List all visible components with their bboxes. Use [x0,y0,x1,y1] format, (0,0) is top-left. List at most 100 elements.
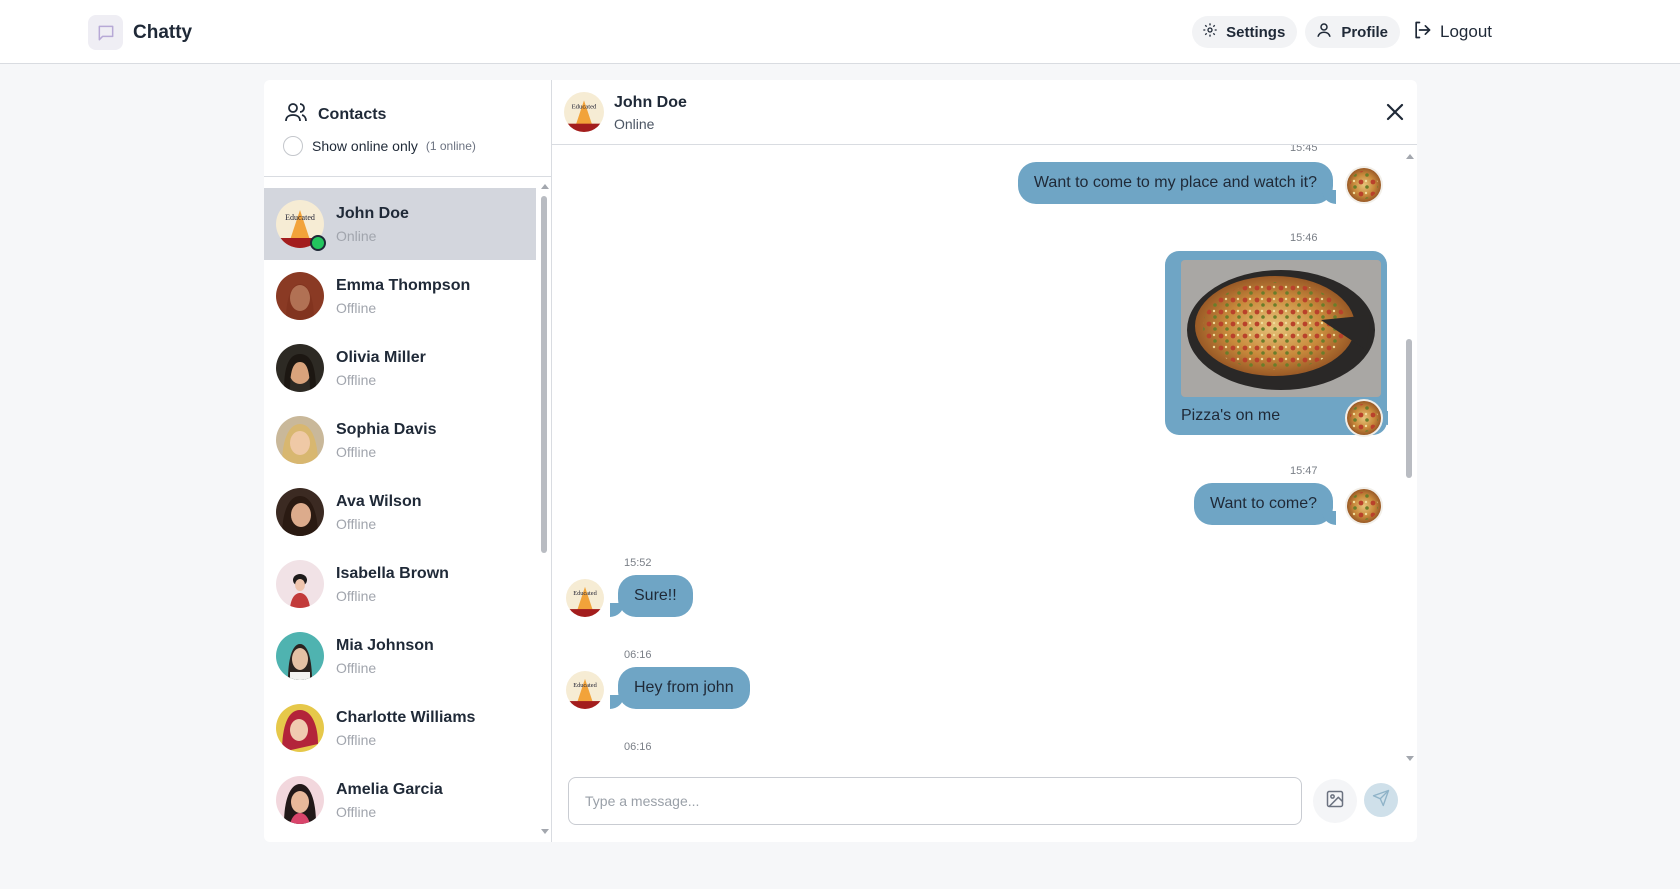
avatar: Educated [566,579,604,617]
contact-name: Amelia Garcia [336,781,443,798]
close-icon[interactable] [1385,102,1405,122]
message-text: Sure!! [634,587,677,604]
message-text: Pizza's on me [1181,407,1281,424]
message-time: 15:45 [1290,145,1318,154]
chat-panel: Educated John Doe Online 15:45 Want to c… [552,80,1417,842]
chat-header: Educated John Doe Online [552,80,1417,145]
sidebar-header: Contacts Show online only (1 online) [264,80,551,177]
bubble-tail [1322,511,1336,525]
contact-item-charlotte-williams[interactable]: Charlotte Williams Offline [264,692,536,764]
contact-item-mia-johnson[interactable]: Mia Johnson Offline [264,620,536,692]
profile-label: Profile [1341,23,1388,41]
contacts-title: Contacts [284,100,386,129]
svg-text:Educated: Educated [572,104,597,111]
message-text: Hey from john [634,679,734,696]
chat-contact-name: John Doe [614,94,687,111]
image-icon [1325,789,1345,814]
contact-name: Ava Wilson [336,493,422,510]
bubble-tail [1322,190,1336,204]
chat-contact-status: Online [614,116,655,132]
message-bubble: Want to come to my place and watch it? [1017,162,1333,204]
messages-scrollbar[interactable] [1403,150,1415,765]
avatar [276,632,324,680]
attach-image-button[interactable] [1313,779,1357,823]
chat-bubble-icon [88,15,123,50]
avatar [276,488,324,536]
logout-icon [1412,20,1432,45]
profile-button[interactable]: Profile [1305,16,1400,48]
avatar [1345,166,1383,204]
logout-label: Logout [1440,22,1492,41]
scroll-up-arrow[interactable] [541,184,549,189]
contact-item-ava-wilson[interactable]: Ava Wilson Offline [264,476,536,548]
message-input[interactable] [568,777,1302,825]
svg-text:Educated: Educated [285,213,315,222]
contact-name: Charlotte Williams [336,709,476,726]
message-text: Want to come? [1209,495,1317,512]
contact-status: Online [336,228,377,244]
avatar [276,416,324,464]
contact-item-john-doe[interactable]: Educated John Doe Online [264,188,536,260]
users-icon [284,100,308,129]
contact-name: Mia Johnson [336,637,434,654]
avatar [1345,399,1383,437]
contact-name: Emma Thompson [336,277,471,294]
contact-status: Offline [336,732,377,748]
contact-item-olivia-miller[interactable]: Olivia Miller Offline [264,332,536,404]
avatar: Educated [566,671,604,709]
scroll-down-arrow[interactable] [1406,756,1414,761]
svg-text:Educated: Educated [573,590,597,597]
contacts-sidebar: Contacts Show online only (1 online) Edu… [264,80,552,842]
message-text: Want to come to my place and watch it? [1033,174,1317,191]
contacts-scrollbar[interactable] [538,180,550,838]
contact-item-amelia-garcia[interactable]: Amelia Garcia Offline [264,764,536,836]
logout-button[interactable]: Logout [1408,16,1496,48]
contact-status: Offline [336,660,377,676]
message-time: 15:47 [1290,465,1318,477]
contact-item-isabella-brown[interactable]: Isabella Brown Offline [264,548,536,620]
send-button[interactable] [1364,783,1398,817]
contact-status: Offline [336,588,377,604]
avatar [1345,487,1383,525]
brand[interactable]: Chatty [88,15,192,50]
message-bubble: Want to come? [1193,483,1333,525]
message-bubble: Sure!! [618,575,693,617]
contact-item-sophia-davis[interactable]: Sophia Davis Offline [264,404,536,476]
message-time: 06:16 [624,741,652,753]
online-count: (1 online) [425,139,476,153]
avatar [276,560,324,608]
contact-list: Educated John Doe Online Emma Thompson O… [264,188,536,836]
contact-status: Offline [336,804,377,820]
message-time: 15:46 [1290,232,1318,244]
svg-text:Educated: Educated [573,682,597,689]
scrollbar-thumb[interactable] [1406,339,1412,478]
avatar [276,776,324,824]
settings-button[interactable]: Settings [1192,16,1298,48]
message-list: 15:45 Want to come to my place and watch… [552,145,1417,765]
contact-status: Offline [336,516,377,532]
message-composer [552,775,1417,842]
contacts-label: Contacts [318,105,387,123]
avatar [276,704,324,752]
top-navbar: Chatty Settings Profile Logout [0,0,1680,64]
gear-icon [1202,22,1218,42]
send-icon [1372,789,1390,812]
pizza-image[interactable] [1181,260,1381,397]
contact-status: Offline [336,300,377,316]
scroll-down-arrow[interactable] [541,829,549,834]
online-only-checkbox[interactable] [283,136,303,156]
top-actions: Settings Profile Logout [1192,16,1496,48]
contact-name: Sophia Davis [336,421,437,438]
message-time: 06:16 [624,649,652,661]
contact-item-emma-thompson[interactable]: Emma Thompson Offline [264,260,536,332]
user-icon [1315,21,1333,43]
settings-label: Settings [1226,23,1286,41]
message-bubble: Hey from john [618,667,750,709]
contact-name: Isabella Brown [336,565,449,582]
show-online-toggle[interactable]: Show online only (1 online) [283,136,476,156]
app-name: Chatty [133,21,193,43]
contact-status: Offline [336,372,377,388]
scrollbar-thumb[interactable] [541,196,547,553]
scroll-up-arrow[interactable] [1406,154,1414,159]
show-online-label: Show online only [312,138,418,154]
